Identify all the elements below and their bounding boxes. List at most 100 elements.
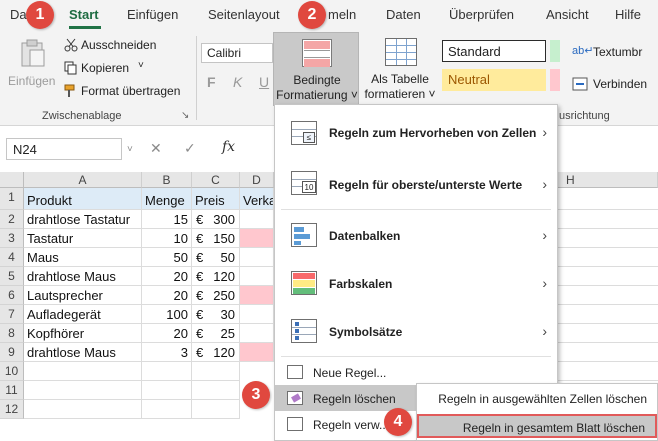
row-header-5[interactable]: 5 (0, 267, 24, 286)
column-header-a[interactable]: A (24, 172, 142, 188)
cell-empty[interactable] (192, 400, 240, 419)
bold-button[interactable]: F (207, 74, 216, 90)
cell-product[interactable]: Kopfhörer (24, 324, 142, 343)
cell-a1[interactable]: Produkt (24, 188, 142, 210)
wrap-text-button[interactable]: ab↵ Textumbr (572, 44, 658, 62)
font-name-box[interactable]: Calibri (201, 43, 273, 63)
cell-price[interactable]: €300 (192, 210, 240, 229)
cell-product[interactable]: drahtlose Tastatur (24, 210, 142, 229)
cell-price[interactable]: €120 (192, 267, 240, 286)
cell-quantity[interactable]: 10 (142, 229, 192, 248)
cell-empty[interactable] (24, 362, 142, 381)
row-header-8[interactable]: 8 (0, 324, 24, 343)
tab-einfuegen[interactable]: Einfügen (127, 7, 178, 22)
cell-quantity[interactable]: 50 (142, 248, 192, 267)
confirm-icon[interactable]: ✓ (184, 140, 196, 157)
row-header-4[interactable]: 4 (0, 248, 24, 267)
row-header-1[interactable]: 1 (0, 188, 24, 210)
cell-quantity[interactable]: 3 (142, 343, 192, 362)
cell-empty[interactable] (558, 362, 658, 381)
tab-start[interactable]: Start (69, 7, 99, 22)
tab-hilfe[interactable]: Hilfe (615, 7, 641, 22)
cell-empty[interactable] (558, 286, 658, 305)
menu-item-icon-sets[interactable]: Symbolsätze › (275, 309, 557, 353)
cell-sales[interactable] (240, 229, 274, 248)
cell-sales[interactable] (240, 343, 274, 362)
column-header-d[interactable]: D (240, 172, 274, 188)
style-neutral[interactable]: Neutral (442, 69, 546, 91)
tab-seitenlayout[interactable]: Seitenlayout (208, 7, 280, 22)
format-painter-button[interactable]: Format übertragen (62, 82, 186, 100)
cell-empty[interactable] (558, 343, 658, 362)
row-header-10[interactable]: 10 (0, 362, 24, 381)
cell-sales[interactable] (240, 286, 274, 305)
insert-function-icon[interactable]: fx (222, 139, 235, 155)
conditional-formatting-button[interactable]: Bedingte Formatierung ˅ (273, 32, 359, 106)
dialog-launcher-icon[interactable]: ↘ (181, 110, 189, 121)
cell-product[interactable]: Aufladegerät (24, 305, 142, 324)
underline-button[interactable]: U (259, 74, 269, 90)
menu-item-new-rule[interactable]: Neue Regel... (275, 359, 557, 385)
row-header-9[interactable]: 9 (0, 343, 24, 362)
cell-quantity[interactable]: 20 (142, 286, 192, 305)
cell-price[interactable]: €25 (192, 324, 240, 343)
cell-empty[interactable] (192, 362, 240, 381)
copy-button[interactable]: Kopieren ˅ (62, 59, 162, 77)
menu-item-color-scales[interactable]: Farbskalen › (275, 261, 557, 305)
cell-empty[interactable] (142, 362, 192, 381)
cell-quantity[interactable]: 20 (142, 267, 192, 286)
style-good-swatch[interactable] (550, 40, 560, 62)
cell-d1[interactable]: Verka (240, 188, 274, 210)
cell-price[interactable]: €150 (192, 229, 240, 248)
italic-button[interactable]: K (233, 74, 242, 90)
row-header-3[interactable]: 3 (0, 229, 24, 248)
row-header-7[interactable]: 7 (0, 305, 24, 324)
cell-price[interactable]: €120 (192, 343, 240, 362)
style-bad-swatch[interactable] (550, 69, 560, 91)
cell-c1[interactable]: Preis (192, 188, 240, 210)
tab-daten[interactable]: Daten (386, 7, 421, 22)
cell-quantity[interactable]: 20 (142, 324, 192, 343)
name-box[interactable]: N24 (6, 138, 122, 160)
cell-empty[interactable] (24, 400, 142, 419)
tab-datei[interactable]: Da (10, 7, 27, 22)
cell-empty[interactable] (558, 210, 658, 229)
cell-empty[interactable] (24, 381, 142, 400)
cell-empty[interactable] (558, 324, 658, 343)
format-as-table-button[interactable]: Als Tabelle formatieren ˅ (362, 32, 438, 106)
copy-dropdown-chevron-icon[interactable]: ˅ (138, 60, 144, 71)
column-header-b[interactable]: B (142, 172, 192, 188)
row-header-6[interactable]: 6 (0, 286, 24, 305)
cell-empty[interactable] (192, 381, 240, 400)
cancel-icon[interactable]: ✕ (150, 140, 162, 157)
cell-quantity[interactable]: 15 (142, 210, 192, 229)
tab-ansicht[interactable]: Ansicht (546, 7, 589, 22)
cell-empty[interactable] (558, 305, 658, 324)
menu-item-top-bottom-rules[interactable]: 10 Regeln für oberste/unterste Werte › (275, 159, 557, 207)
tab-ueberpruefen[interactable]: Überprüfen (449, 7, 514, 22)
cell-b1[interactable]: Menge (142, 188, 192, 210)
cell-empty[interactable] (558, 267, 658, 286)
cell-product[interactable]: Tastatur (24, 229, 142, 248)
clear-rules-selected-cells[interactable]: Regeln in ausgewählten Zellen löschen (417, 387, 657, 411)
merge-button[interactable]: Verbinden (572, 76, 658, 94)
clear-rules-entire-sheet[interactable]: Regeln in gesamtem Blatt löschen (417, 414, 657, 438)
cell-empty[interactable] (558, 248, 658, 267)
cell-sales[interactable] (240, 210, 274, 229)
cell-price[interactable]: €30 (192, 305, 240, 324)
menu-item-data-bars[interactable]: Datenbalken › (275, 213, 557, 257)
tab-formeln[interactable]: meln (328, 7, 356, 22)
cell-sales[interactable] (240, 324, 274, 343)
cell-product[interactable]: Maus (24, 248, 142, 267)
cell-price[interactable]: €50 (192, 248, 240, 267)
cell-price[interactable]: €250 (192, 286, 240, 305)
cell-sales[interactable] (240, 267, 274, 286)
menu-item-highlight-cell-rules[interactable]: ≤ Regeln zum Hervorheben von Zellen › (275, 111, 557, 155)
name-box-dropdown-icon[interactable]: ˅ (127, 144, 133, 155)
cell-product[interactable]: drahtlose Maus (24, 267, 142, 286)
cell-sales[interactable] (240, 305, 274, 324)
row-header-11[interactable]: 11 (0, 381, 24, 400)
style-standard[interactable]: Standard (442, 40, 546, 62)
cell-empty[interactable] (558, 229, 658, 248)
cell-empty[interactable] (142, 400, 192, 419)
